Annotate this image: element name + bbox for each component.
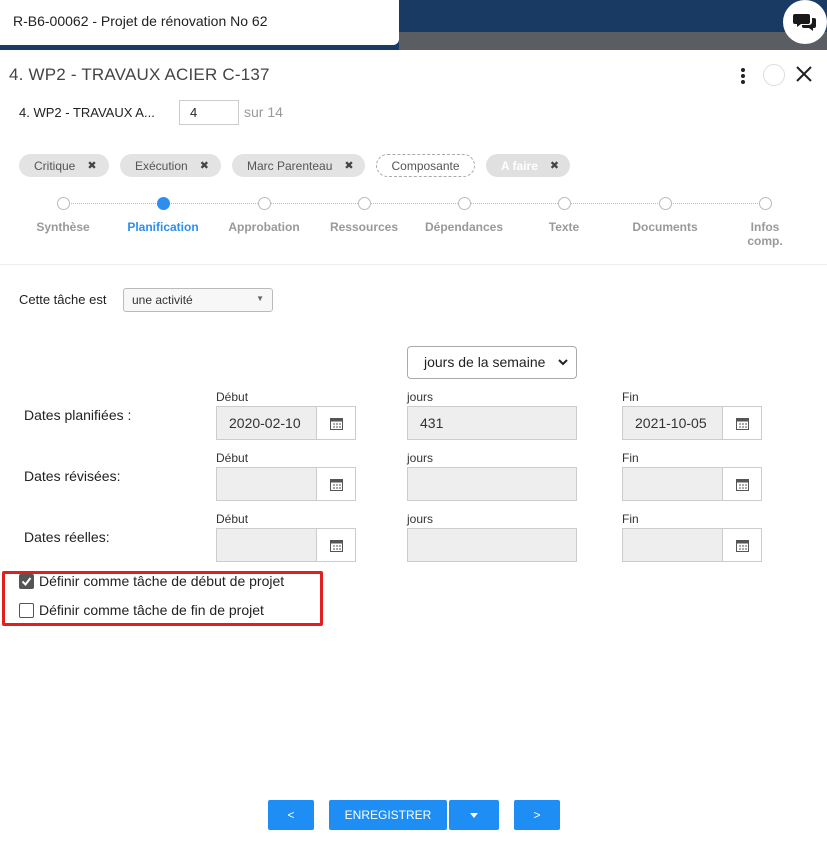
- tag-label: Composante: [391, 158, 460, 173]
- task-type-value: une activité: [132, 293, 193, 307]
- remove-tag-icon[interactable]: ✖: [200, 159, 209, 172]
- kebab-dot-icon: [741, 68, 745, 72]
- step-dot[interactable]: [56, 197, 70, 210]
- chat-button[interactable]: [783, 0, 827, 44]
- divider: [0, 264, 827, 265]
- revised-start-label: Début: [216, 451, 249, 465]
- actual-start-calendar-button[interactable]: [316, 528, 356, 562]
- dropdown-arrow-icon: ▼: [256, 294, 264, 303]
- tag-label: Marc Parenteau: [247, 158, 333, 173]
- calendar-icon: [735, 478, 749, 491]
- tag-label: Exécution: [135, 158, 188, 173]
- step-tab[interactable]: Documents: [615, 220, 715, 234]
- step-tab[interactable]: Infos comp.: [735, 220, 795, 248]
- tag-execution[interactable]: Exécution ✖: [120, 154, 221, 177]
- status-circle-button[interactable]: [763, 64, 785, 86]
- step-tab[interactable]: Texte: [514, 220, 614, 234]
- calendar-icon: [329, 539, 343, 552]
- planned-end-label: Fin: [622, 390, 639, 404]
- revised-days-field[interactable]: [407, 467, 577, 501]
- step-tab[interactable]: Approbation: [214, 220, 314, 234]
- previous-button[interactable]: <: [268, 800, 314, 830]
- save-options-button[interactable]: [449, 800, 499, 830]
- actual-start-field[interactable]: [216, 528, 317, 562]
- planned-start-calendar-button[interactable]: [316, 406, 356, 440]
- caret-down-icon: [470, 812, 478, 818]
- day-mode-value: jours de la semaine: [424, 354, 546, 370]
- revised-dates-label: Dates révisées:: [24, 468, 121, 484]
- remove-tag-icon[interactable]: ✖: [87, 159, 96, 172]
- planned-start-label: Début: [216, 390, 249, 404]
- step-dot[interactable]: [557, 197, 571, 210]
- remove-tag-icon[interactable]: ✖: [344, 159, 353, 172]
- revised-start-field[interactable]: [216, 467, 317, 501]
- step-dot[interactable]: [658, 197, 672, 210]
- planned-end-calendar-button[interactable]: [722, 406, 762, 440]
- revised-days-label: jours: [407, 451, 434, 465]
- calendar-icon: [329, 478, 343, 491]
- calendar-icon: [735, 539, 749, 552]
- dialog-title: 4. WP2 - TRAVAUX ACIER C-137: [9, 65, 270, 84]
- tag-critique[interactable]: Critique ✖: [19, 154, 109, 177]
- close-button[interactable]: [795, 65, 813, 83]
- chevron-down-icon: [558, 359, 568, 366]
- tag-assignee[interactable]: Marc Parenteau ✖: [232, 154, 365, 177]
- next-button[interactable]: >: [514, 800, 560, 830]
- actual-end-label: Fin: [622, 512, 639, 526]
- top-bar-strip: [399, 32, 827, 50]
- tag-label: A faire: [501, 158, 538, 173]
- actual-days-field[interactable]: [407, 528, 577, 562]
- remove-tag-icon[interactable]: ✖: [550, 159, 559, 172]
- more-options-button[interactable]: [737, 66, 749, 86]
- task-dialog: 4. WP2 - TRAVAUX ACIER C-137 4. WP2 - TR…: [0, 50, 827, 841]
- planned-start-field[interactable]: 2020-02-10: [216, 406, 317, 440]
- save-button[interactable]: ENREGISTRER: [329, 800, 447, 830]
- step-tab[interactable]: Ressources: [314, 220, 414, 234]
- actual-end-calendar-button[interactable]: [722, 528, 762, 562]
- task-type-label: Cette tâche est: [19, 292, 107, 307]
- planned-days-label: jours: [407, 390, 434, 404]
- tag-label: Critique: [34, 158, 76, 173]
- tag-status[interactable]: A faire ✖: [486, 154, 570, 177]
- revised-end-label: Fin: [622, 451, 639, 465]
- tag-component[interactable]: Composante: [376, 154, 475, 177]
- day-mode-select[interactable]: jours de la semaine: [407, 346, 577, 379]
- task-short-name: 4. WP2 - TRAVAUX A...: [19, 105, 155, 120]
- step-dot[interactable]: [357, 197, 371, 210]
- task-total: sur 14: [244, 104, 283, 120]
- actual-dates-label: Dates réelles:: [24, 529, 110, 545]
- highlight-annotation: [2, 571, 323, 626]
- step-tab[interactable]: Synthèse: [13, 220, 113, 234]
- planned-dates-label: Dates planifiées :: [24, 407, 132, 423]
- actual-end-field[interactable]: [622, 528, 723, 562]
- actual-start-label: Début: [216, 512, 249, 526]
- step-tab[interactable]: Planification: [113, 220, 213, 234]
- calendar-icon: [735, 417, 749, 430]
- step-tab[interactable]: Dépendances: [414, 220, 514, 234]
- step-dot[interactable]: [457, 197, 471, 210]
- chat-icon: [793, 14, 816, 31]
- revised-end-field[interactable]: [622, 467, 723, 501]
- step-dot[interactable]: [758, 197, 772, 210]
- calendar-icon: [329, 417, 343, 430]
- actual-days-label: jours: [407, 512, 434, 526]
- planned-days-field[interactable]: 431: [407, 406, 577, 440]
- revised-start-calendar-button[interactable]: [316, 467, 356, 501]
- planned-end-field[interactable]: 2021-10-05: [622, 406, 723, 440]
- kebab-dot-icon: [741, 74, 745, 78]
- close-icon: [796, 66, 812, 82]
- revised-end-calendar-button[interactable]: [722, 467, 762, 501]
- task-type-select[interactable]: une activité ▼: [123, 288, 273, 312]
- breadcrumb[interactable]: R-B6-00062 - Projet de rénovation No 62: [0, 0, 399, 45]
- step-dot[interactable]: [257, 197, 271, 210]
- task-number-input[interactable]: [179, 100, 239, 125]
- kebab-dot-icon: [741, 80, 745, 84]
- step-dot[interactable]: [156, 197, 170, 210]
